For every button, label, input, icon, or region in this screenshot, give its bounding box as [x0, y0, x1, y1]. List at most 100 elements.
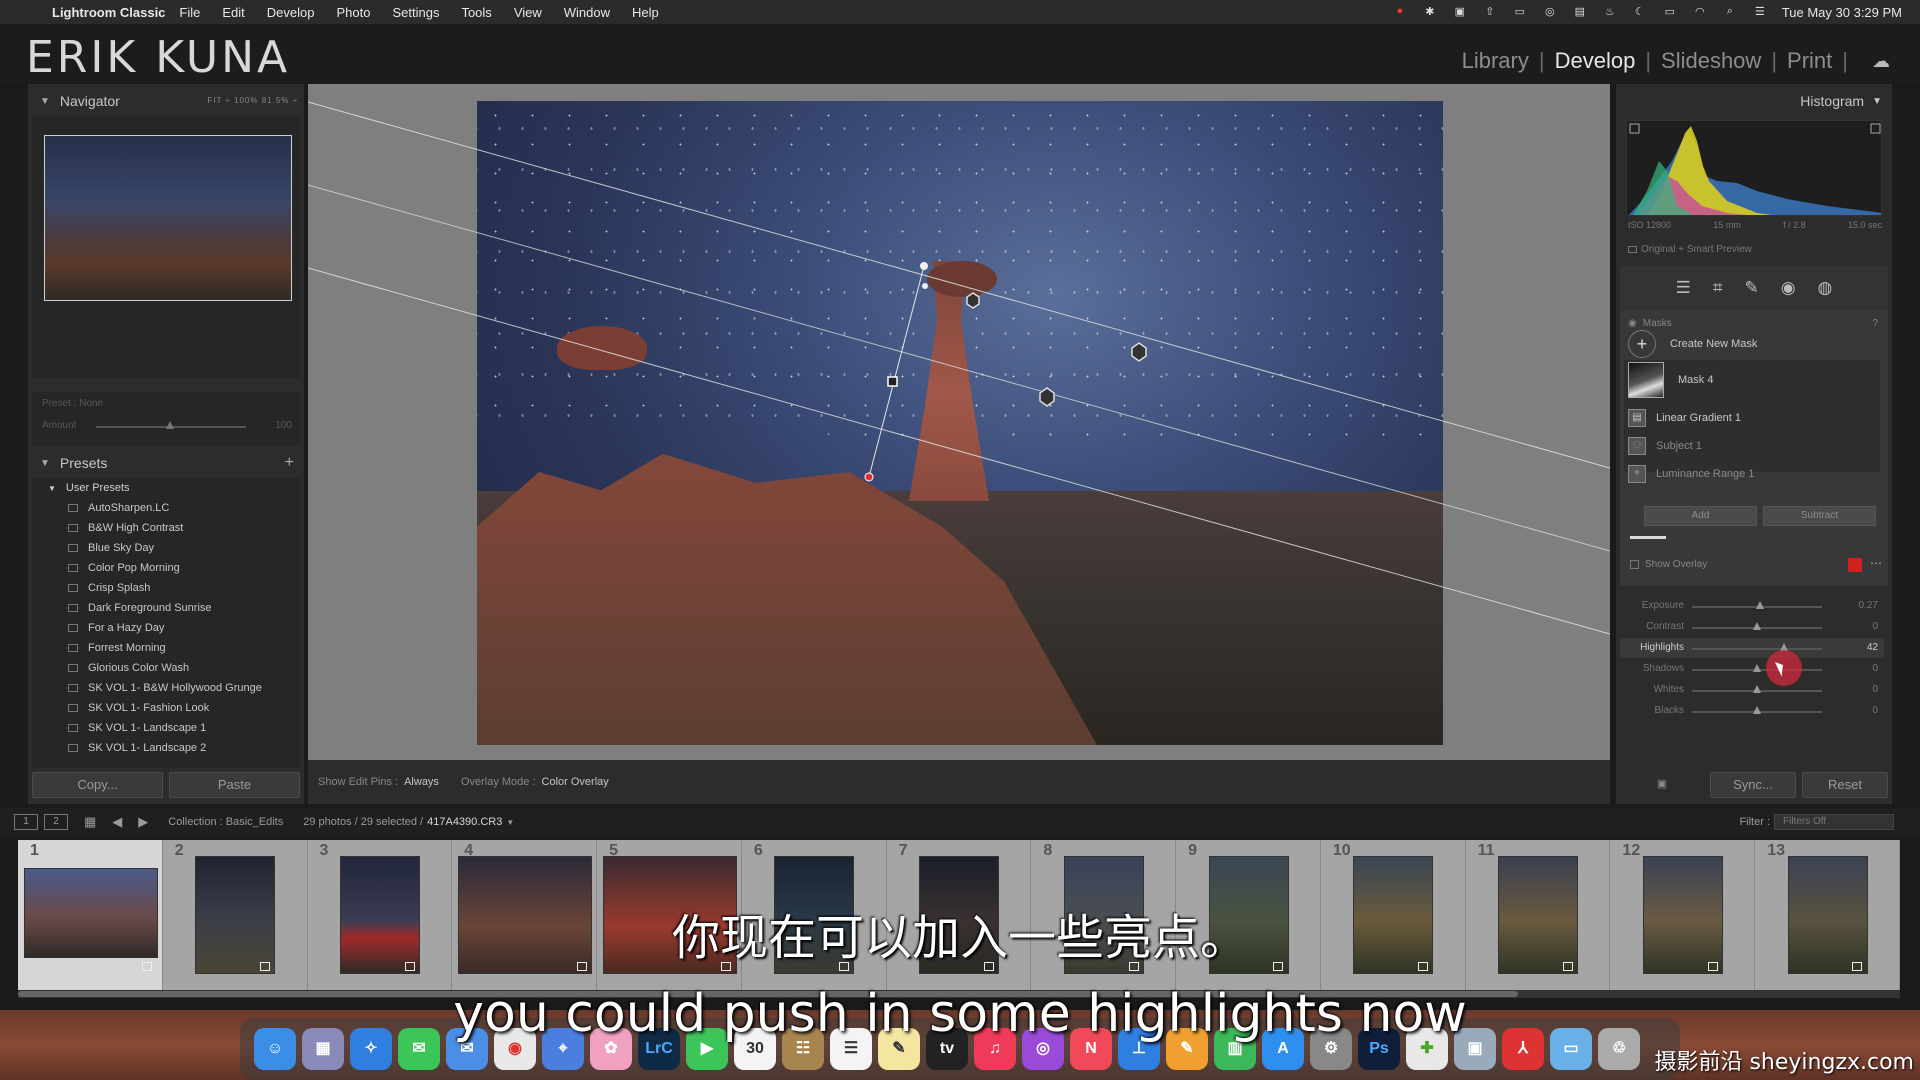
menu-photo[interactable]: Photo — [336, 5, 370, 20]
collapse-triangle-icon[interactable]: ▼ — [1872, 96, 1882, 107]
preset-item[interactable]: AutoSharpen.LC — [32, 498, 300, 518]
gradient-line-bottom[interactable] — [308, 267, 1610, 635]
main-window-button[interactable]: 1 — [14, 814, 38, 830]
preset-item[interactable]: SK VOL 1- B&W Hollywood Grunge — [32, 678, 300, 698]
preset-item[interactable]: Blue Sky Day — [32, 538, 300, 558]
display-icon[interactable]: ▤ — [1572, 5, 1588, 19]
sync-toggle-icon[interactable]: ▣ — [1620, 772, 1704, 798]
preset-item[interactable]: SK VOL 1- Fashion Look — [32, 698, 300, 718]
preset-item[interactable]: Forrest Morning — [32, 638, 300, 658]
module-slideshow[interactable]: Slideshow — [1661, 48, 1761, 74]
slider-value[interactable]: 0 — [1872, 684, 1878, 695]
preset-item[interactable]: Crisp Splash — [32, 578, 300, 598]
slider-knob[interactable] — [1755, 601, 1764, 609]
slider-knob[interactable] — [1753, 664, 1761, 672]
gradient-center-pin[interactable] — [887, 376, 898, 387]
copy-button[interactable]: Copy... — [32, 772, 163, 798]
forward-arrow-icon[interactable]: ▶ — [138, 814, 148, 830]
add-preset-icon[interactable]: + — [285, 454, 294, 472]
mask-component-row[interactable]: ⚇ Subject 1 — [1628, 434, 1880, 458]
preset-group[interactable]: ▼ User Presets — [32, 478, 300, 498]
image-work-area[interactable] — [308, 84, 1610, 760]
sync-button[interactable]: Sync... — [1710, 772, 1796, 798]
brightness-icon[interactable]: ✱ — [1422, 5, 1438, 19]
more-options-icon[interactable]: ⋯ — [1870, 556, 1882, 570]
menu-help[interactable]: Help — [632, 5, 659, 20]
slider-highlights[interactable]: Highlights 42 — [1620, 638, 1884, 658]
crop-icon[interactable]: ⌗ — [1713, 278, 1723, 298]
slider-blacks[interactable]: Blacks 0 — [1620, 701, 1884, 721]
presets-header[interactable]: ▼ Presets + — [28, 446, 304, 480]
linear-gradient-overlay[interactable] — [308, 84, 1610, 760]
eye-icon[interactable]: ◉ — [1628, 318, 1637, 329]
mask-pin[interactable] — [1131, 342, 1147, 362]
gradient-edge-handle[interactable] — [864, 472, 874, 482]
battery-icon[interactable]: ▭ — [1662, 5, 1678, 19]
selected-filename[interactable]: 417A4390.CR3 — [427, 816, 502, 828]
menu-develop[interactable]: Develop — [267, 5, 315, 20]
menu-file[interactable]: File — [179, 5, 200, 20]
rotation-handle[interactable] — [920, 262, 928, 270]
slider-knob[interactable] — [1753, 622, 1761, 630]
cast-icon[interactable]: ▭ — [1512, 5, 1528, 19]
slider-whites[interactable]: Whites 0 — [1620, 680, 1884, 700]
preset-item[interactable]: For a Hazy Day — [32, 618, 300, 638]
gradient-line-center[interactable] — [308, 184, 1610, 552]
moon-icon[interactable]: ☾ — [1632, 5, 1648, 19]
preset-item[interactable]: Glorious Color Wash — [32, 658, 300, 678]
slider-contrast[interactable]: Contrast 0 — [1620, 617, 1884, 637]
masking-icon[interactable]: ◍ — [1818, 278, 1833, 298]
overlay-color-swatch[interactable] — [1848, 558, 1862, 572]
gradient-line-top[interactable] — [308, 101, 1610, 469]
shadow-clipping-toggle[interactable] — [1629, 123, 1640, 134]
rotation-handle-line[interactable] — [868, 265, 925, 478]
preset-item[interactable]: Color Pop Morning — [32, 558, 300, 578]
upload-icon[interactable]: ⇧ — [1482, 5, 1498, 19]
expand-triangle-icon[interactable]: ▼ — [48, 484, 56, 493]
module-library[interactable]: Library — [1462, 48, 1529, 74]
wifi-icon[interactable]: ◠ — [1692, 5, 1708, 19]
healing-icon[interactable]: ✎ — [1744, 278, 1758, 298]
gradient-handle-dot[interactable] — [922, 283, 928, 289]
menu-edit[interactable]: Edit — [222, 5, 244, 20]
paste-button[interactable]: Paste — [169, 772, 300, 798]
app-menu[interactable]: Lightroom Classic — [52, 5, 165, 20]
slider-shadows[interactable]: Shadows 0 — [1620, 659, 1884, 679]
back-arrow-icon[interactable]: ◀ — [112, 814, 122, 830]
reset-button[interactable]: Reset — [1802, 772, 1888, 798]
collapse-triangle-icon[interactable]: ▼ — [40, 96, 50, 107]
preset-item[interactable]: SK VOL 1- Landscape 2 — [32, 738, 300, 758]
slider-value[interactable]: 0 — [1872, 663, 1878, 674]
collection-label[interactable]: Collection : Basic_Edits — [168, 816, 283, 828]
smart-preview-status[interactable]: Original + Smart Preview — [1628, 244, 1752, 255]
preset-item[interactable]: B&W High Contrast — [32, 518, 300, 538]
histogram-graph[interactable] — [1626, 120, 1882, 216]
slider-value[interactable]: 0 — [1872, 621, 1878, 632]
collapse-triangle-icon[interactable]: ▼ — [40, 458, 50, 469]
slider-knob[interactable] — [1753, 685, 1761, 693]
edit-sliders-icon[interactable]: ☰ — [1676, 278, 1691, 298]
mask-pin[interactable] — [1039, 387, 1055, 407]
slider-value[interactable]: 0 — [1872, 705, 1878, 716]
show-edit-pins-select[interactable]: Always — [404, 776, 439, 788]
menu-window[interactable]: Window — [564, 5, 610, 20]
filter-select[interactable]: Filters Off — [1774, 814, 1894, 830]
overlay-mode-select[interactable]: Color Overlay — [542, 776, 609, 788]
amount-slider-knob[interactable] — [166, 421, 174, 429]
navigator-preview[interactable] — [44, 135, 292, 301]
cloud-sync-icon[interactable]: ☁ — [1872, 51, 1890, 72]
slider-value[interactable]: 42 — [1867, 642, 1878, 653]
menu-settings[interactable]: Settings — [392, 5, 439, 20]
subtract-button[interactable]: Subtract — [1763, 506, 1876, 526]
red-eye-icon[interactable]: ◉ — [1781, 278, 1796, 298]
module-print[interactable]: Print — [1787, 48, 1832, 74]
control-center-icon[interactable]: ☰ — [1752, 5, 1768, 19]
navigator-zoom-options[interactable]: FIT ÷ 100% 81.5% ÷ — [207, 96, 298, 105]
show-overlay-checkbox[interactable] — [1630, 559, 1639, 569]
slider-value[interactable]: 0.27 — [1859, 600, 1878, 611]
preset-item[interactable]: SK VOL 1- Landscape 1 — [32, 718, 300, 738]
menu-view[interactable]: View — [514, 5, 542, 20]
slider-track[interactable] — [1692, 648, 1822, 650]
mask-pin[interactable] — [966, 292, 980, 309]
filename-dropdown-icon[interactable]: ▼ — [506, 818, 514, 827]
